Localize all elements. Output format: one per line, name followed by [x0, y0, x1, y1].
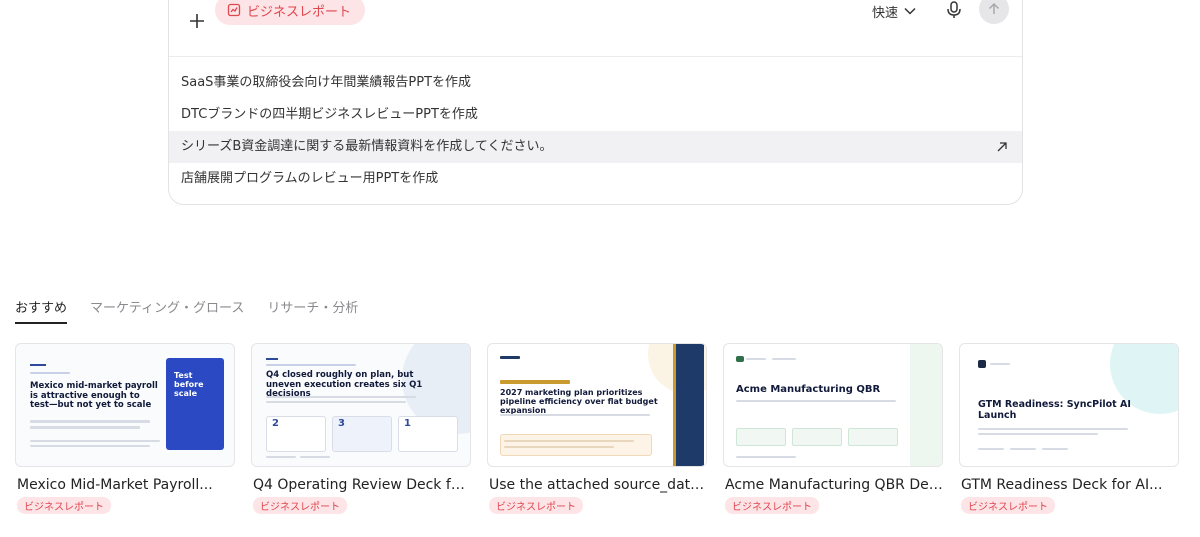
thumb-heading: GTM Readiness: SyncPilot AI Launch	[978, 399, 1131, 421]
card-title: GTM Readiness Deck for AI...	[961, 477, 1163, 493]
card-badge: ビジネスレポート	[961, 497, 1055, 514]
suggestion-text: シリーズB資金調達に関する最新情報資料を作成してください。	[181, 139, 553, 154]
thumb-heading: Acme Manufacturing QBR	[736, 384, 881, 395]
card-title: Mexico Mid-Market Payroll...	[17, 477, 213, 493]
template-card[interactable]: Q4 closed roughly on plan, but uneven ex…	[251, 343, 471, 514]
suggestion-text: SaaS事業の取締役会向け年間業績報告PPTを作成	[181, 75, 472, 90]
add-attachment-button[interactable]	[187, 11, 207, 31]
template-card[interactable]: 2027 marketing plan prioritizes pipeline…	[487, 343, 707, 514]
template-cards: Mexico mid-market payroll is attractive …	[15, 343, 1179, 514]
card-badge: ビジネスレポート	[17, 497, 111, 514]
suggestion-list: SaaS事業の取締役会向け年間業績報告PPTを作成 DTCブランドの四半期ビジネ…	[169, 67, 1022, 195]
composer-toolbar: ビジネスレポート 快速	[169, 0, 1022, 57]
card-title: Acme Manufacturing QBR Deck:...	[725, 477, 943, 493]
template-card[interactable]: Mexico mid-market payroll is attractive …	[15, 343, 235, 514]
arrow-up-right-icon	[997, 142, 1007, 152]
card-title: Use the attached source_data.xls...	[489, 477, 707, 493]
speed-label: 快速	[872, 5, 899, 21]
speed-select[interactable]: 快速	[872, 1, 916, 21]
template-thumbnail: Mexico mid-market payroll is attractive …	[15, 343, 235, 467]
template-card[interactable]: GTM Readiness: SyncPilot AI Launch GTM R…	[959, 343, 1179, 514]
thumb-number: 1	[404, 418, 411, 429]
mode-chip-label: ビジネスレポート	[247, 4, 352, 20]
plus-icon	[190, 14, 204, 28]
template-card[interactable]: Acme Manufacturing QBR Acme Manufacturin…	[723, 343, 943, 514]
template-thumbnail: Acme Manufacturing QBR	[723, 343, 943, 467]
card-title: Q4 Operating Review Deck for...	[253, 477, 471, 493]
template-thumbnail: GTM Readiness: SyncPilot AI Launch	[959, 343, 1179, 467]
suggestion-text: 店舗展開プログラムのレビュー用PPTを作成	[181, 171, 439, 186]
tab-recommended[interactable]: おすすめ	[15, 297, 68, 324]
suggestion-item[interactable]: SaaS事業の取締役会向け年間業績報告PPTを作成	[169, 67, 1022, 99]
template-thumbnail: Q4 closed roughly on plan, but uneven ex…	[251, 343, 471, 467]
microphone-icon	[947, 1, 961, 18]
suggestion-item[interactable]: 店舗展開プログラムのレビュー用PPTを作成	[169, 163, 1022, 195]
suggestion-text: DTCブランドの四半期ビジネスレビューPPTを作成	[181, 107, 478, 122]
suggestion-item[interactable]: シリーズB資金調達に関する最新情報資料を作成してください。	[169, 131, 1022, 163]
card-badge: ビジネスレポート	[489, 497, 583, 514]
mode-chip-business-report[interactable]: ビジネスレポート	[215, 0, 366, 25]
thumb-number: 2	[272, 418, 279, 429]
thumb-heading: Mexico mid-market payroll is attractive …	[30, 381, 158, 411]
send-button[interactable]	[979, 0, 1009, 24]
chevron-down-icon	[904, 7, 916, 15]
thumb-side-text: Test before scale	[174, 371, 204, 398]
arrow-up-icon	[988, 2, 1000, 14]
thumb-number: 3	[338, 418, 345, 429]
thumb-heading: 2027 marketing plan prioritizes pipeline…	[500, 388, 658, 415]
template-thumbnail: 2027 marketing plan prioritizes pipeline…	[487, 343, 707, 467]
prompt-composer: ビジネスレポート 快速 SaaS事業の取締役会向け年間業績報告PPTを作成 DT…	[168, 0, 1023, 205]
card-badge: ビジネスレポート	[253, 497, 347, 514]
card-badge: ビジネスレポート	[725, 497, 819, 514]
tab-research-analysis[interactable]: リサーチ・分析	[267, 297, 358, 324]
microphone-button[interactable]	[945, 0, 963, 20]
suggestion-item[interactable]: DTCブランドの四半期ビジネスレビューPPTを作成	[169, 99, 1022, 131]
category-tabs: おすすめ マーケティング・グロース リサーチ・分析	[15, 297, 358, 324]
report-icon	[227, 3, 241, 17]
tab-marketing-growth[interactable]: マーケティング・グロース	[90, 297, 244, 324]
